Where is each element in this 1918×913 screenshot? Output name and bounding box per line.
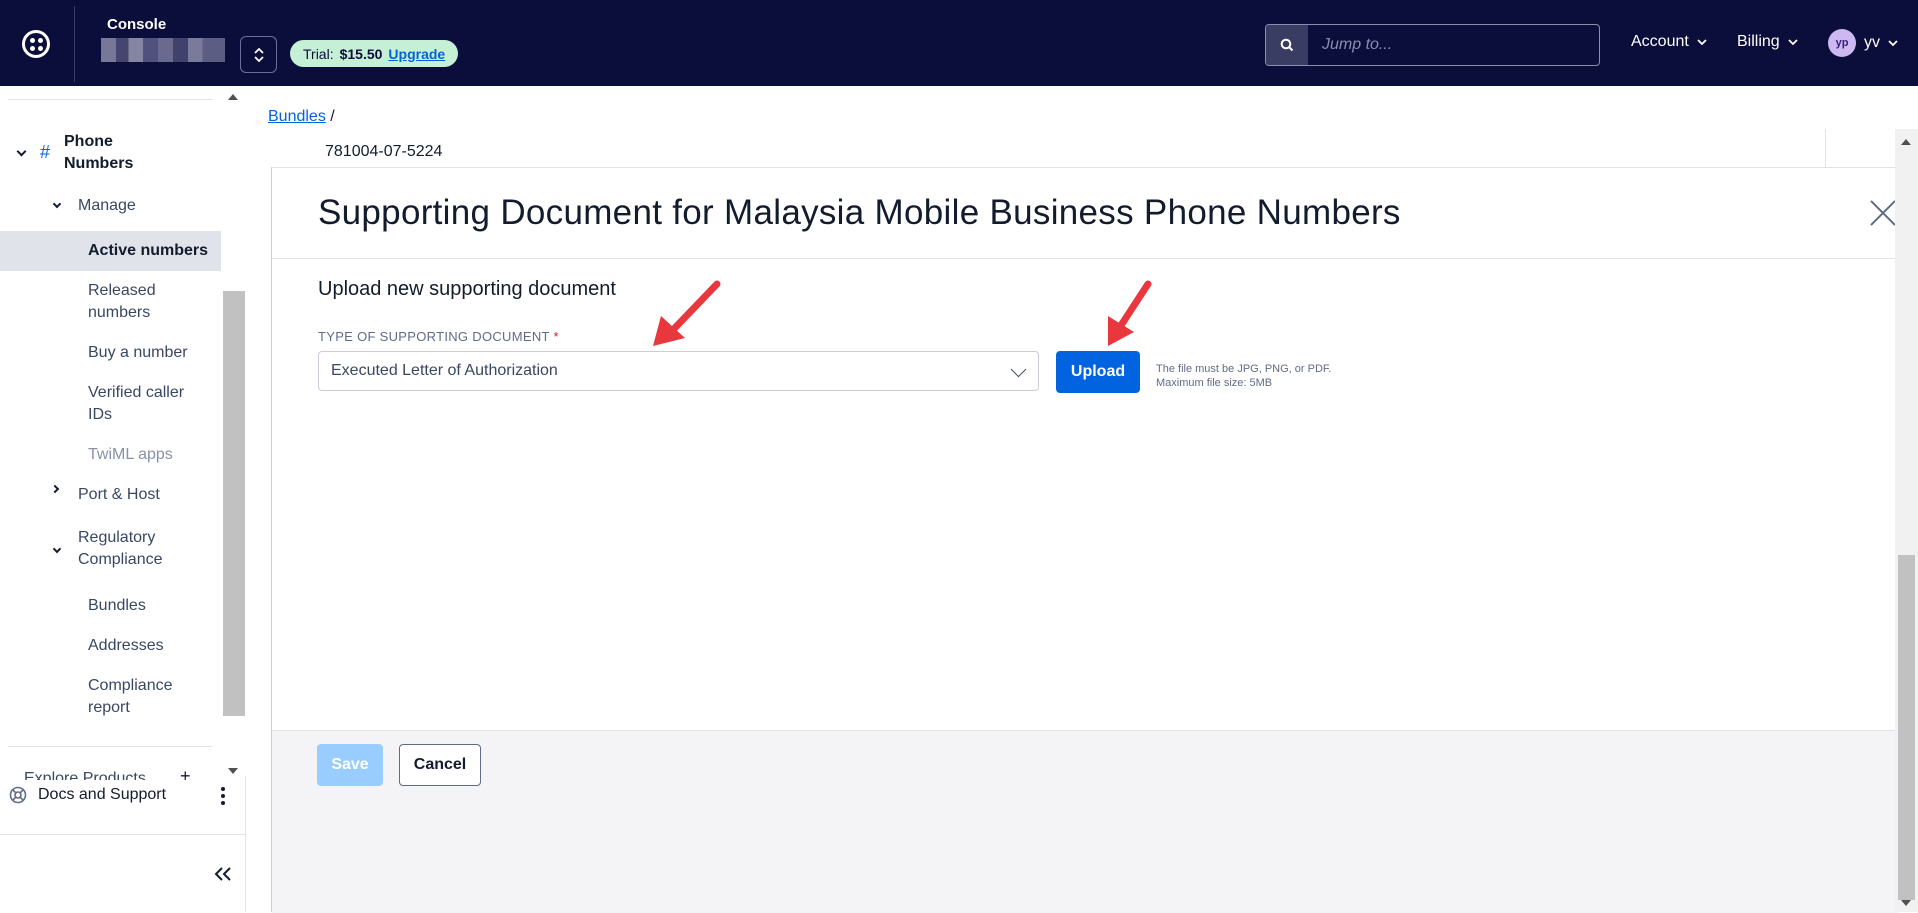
chevron-down-icon[interactable] xyxy=(52,544,62,554)
chevron-down-icon xyxy=(1788,39,1798,46)
document-type-select[interactable]: Executed Letter of Authorization xyxy=(318,351,1039,391)
annotation-arrow-icon xyxy=(653,280,721,346)
main-content: Bundles / 781004-07-5224 Supporting Docu… xyxy=(247,86,1918,913)
twilio-logo-icon[interactable] xyxy=(22,30,50,58)
chevron-right-icon[interactable] xyxy=(50,484,60,494)
file-requirements-hint: The file must be JPG, PNG, or PDF. Maxim… xyxy=(1156,363,1332,389)
chevron-down-icon xyxy=(1888,40,1898,47)
divider xyxy=(8,99,212,100)
upgrade-link[interactable]: Upgrade xyxy=(388,46,445,62)
divider xyxy=(272,258,1899,259)
document-type-value: Executed Letter of Authorization xyxy=(331,362,558,379)
sidebar-item-addresses[interactable]: Addresses xyxy=(88,635,164,657)
jump-to-search xyxy=(1265,24,1600,66)
collapse-sidebar-icon[interactable] xyxy=(213,866,233,882)
account-label: Account xyxy=(1631,33,1689,50)
sidebar-item-twiml-apps[interactable]: TwiML apps xyxy=(88,444,173,466)
upload-button[interactable]: Upload xyxy=(1056,351,1140,393)
scroll-up-icon[interactable] xyxy=(1901,139,1911,145)
sidebar-item-buy-a-number[interactable]: Buy a number xyxy=(88,342,188,364)
scroll-up-icon[interactable] xyxy=(228,94,238,100)
billing-menu[interactable]: Billing xyxy=(1737,33,1798,51)
chevron-down-icon xyxy=(1697,39,1707,46)
sidebar-item-port-host[interactable]: Port & Host xyxy=(78,484,160,506)
user-label: yv xyxy=(1864,34,1880,51)
top-bar: Console Trial: $15.50 Upgrade Account Bi… xyxy=(0,0,1918,86)
sidebar-item-manage[interactable]: Manage xyxy=(78,195,136,217)
sidebar-item-phone-numbers[interactable]: Phone Numbers xyxy=(64,131,174,175)
modal-footer: Save Cancel xyxy=(272,730,1899,913)
sidebar: # Phone Numbers Manage Active numbers Re… xyxy=(0,86,246,912)
divider xyxy=(1825,129,1826,169)
chevron-down-icon[interactable] xyxy=(52,199,62,209)
sidebar-item-compliance-report[interactable]: Compliance report xyxy=(88,675,198,719)
scroll-down-icon[interactable] xyxy=(1901,900,1911,906)
sidebar-item-regulatory-compliance[interactable]: Regulatory Compliance xyxy=(78,527,188,571)
breadcrumb: Bundles / xyxy=(268,108,335,126)
chevron-down-icon[interactable] xyxy=(16,146,27,157)
required-marker: * xyxy=(553,329,559,344)
trial-badge: Trial: $15.50 Upgrade xyxy=(290,40,459,67)
document-type-label: TYPE OF SUPPORTING DOCUMENT * xyxy=(318,329,559,344)
billing-label: Billing xyxy=(1737,33,1780,50)
section-title: Upload new supporting document xyxy=(318,278,616,300)
close-icon[interactable] xyxy=(1868,198,1898,228)
trial-label: Trial: xyxy=(303,45,334,62)
modal-title: Supporting Document for Malaysia Mobile … xyxy=(318,193,1401,232)
sidebar-item-verified-caller-ids[interactable]: Verified caller IDs xyxy=(88,382,198,426)
account-menu[interactable]: Account xyxy=(1631,33,1707,51)
supporting-document-modal: Supporting Document for Malaysia Mobile … xyxy=(271,167,1899,913)
divider xyxy=(74,6,75,82)
background-field-value: 781004-07-5224 xyxy=(325,143,443,160)
lifebuoy-icon xyxy=(9,786,27,804)
hash-icon: # xyxy=(40,142,51,162)
account-name-redacted xyxy=(101,38,225,62)
annotation-arrow-icon xyxy=(1108,280,1152,346)
trial-balance: $15.50 xyxy=(339,45,383,62)
sidebar-scrollbar-thumb[interactable] xyxy=(223,291,245,716)
plus-icon[interactable]: + xyxy=(180,768,191,780)
avatar: yp xyxy=(1828,29,1856,57)
sidebar-item-active-numbers[interactable]: Active numbers xyxy=(88,240,208,262)
sidebar-item-docs-support[interactable]: Docs and Support xyxy=(38,784,166,806)
divider xyxy=(8,746,212,747)
scroll-down-icon[interactable] xyxy=(228,768,238,774)
breadcrumb-bundles-link[interactable]: Bundles xyxy=(268,108,326,125)
main-scrollbar-thumb[interactable] xyxy=(1898,555,1915,900)
search-icon xyxy=(1266,25,1308,65)
chevron-down-icon xyxy=(1010,361,1027,378)
search-input[interactable] xyxy=(1308,25,1599,65)
breadcrumb-separator: / xyxy=(330,108,335,125)
cancel-button[interactable]: Cancel xyxy=(399,744,481,786)
user-menu[interactable]: yp yv xyxy=(1828,29,1898,57)
sidebar-item-released-numbers[interactable]: Released numbers xyxy=(88,280,188,324)
account-switcher-button[interactable] xyxy=(240,36,277,73)
sidebar-item-bundles[interactable]: Bundles xyxy=(88,595,146,617)
background-card xyxy=(272,129,1830,169)
sidebar-item-explore-products[interactable]: Explore Products xyxy=(24,768,146,780)
divider xyxy=(0,834,246,835)
save-button[interactable]: Save xyxy=(317,744,383,786)
console-label: Console xyxy=(107,16,167,33)
document-type-label-text: TYPE OF SUPPORTING DOCUMENT xyxy=(318,329,550,344)
chevron-up-down-icon xyxy=(253,47,264,62)
more-vertical-icon[interactable] xyxy=(220,786,226,806)
